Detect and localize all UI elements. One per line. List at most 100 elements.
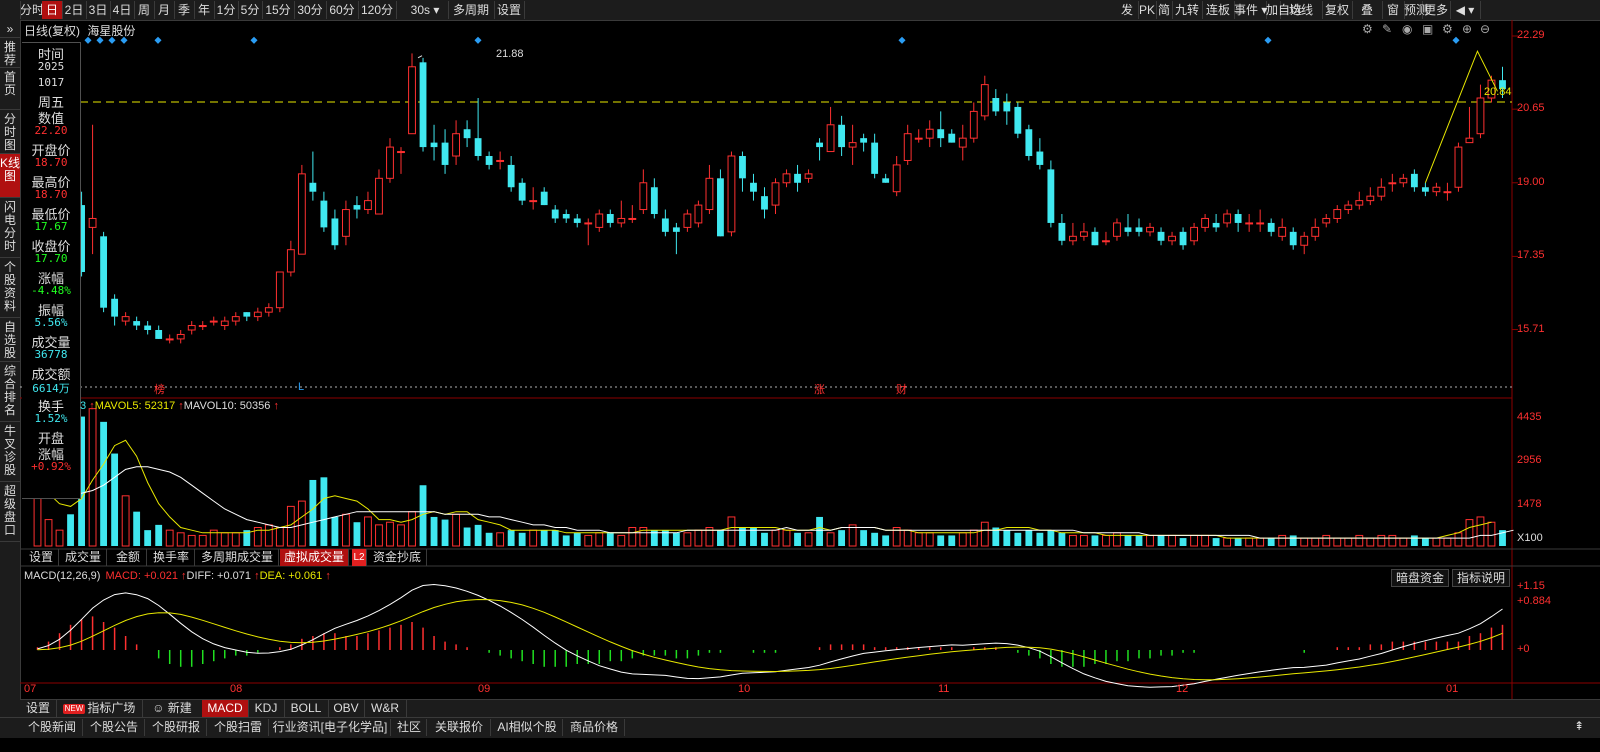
volume-bar [1036, 532, 1044, 546]
toolbar-12[interactable]: 30分 [294, 1, 327, 19]
toolbar-right-0[interactable]: 发 [1116, 1, 1139, 19]
chart-tools: ⚙ ✎ ◉ ▣ ⚙ ⊕ ⊖ [1362, 22, 1512, 38]
candle-body [1003, 102, 1011, 112]
toolbar-16[interactable]: 多周期 [448, 1, 495, 19]
indicator-help-button[interactable]: 指标说明 [1452, 569, 1511, 587]
toolbar-2[interactable]: 2日 [62, 1, 87, 19]
indicator-tab-5[interactable]: 虚拟成交量 [280, 549, 349, 566]
candle-body [794, 173, 801, 183]
toolbar-right-13[interactable]: ◀ ▾ [1450, 1, 1481, 19]
event-marker-1[interactable]: L [298, 381, 304, 393]
toolbar-14[interactable]: 120分 [358, 1, 397, 19]
settings-icon[interactable]: ⚙ [1442, 22, 1453, 36]
toolbar-0[interactable]: 分时 [20, 1, 44, 19]
toolbar-right-6[interactable]: 加自选 [1266, 1, 1302, 19]
indicator-tab-1[interactable]: 成交量 [60, 549, 107, 566]
bottom-tab-6[interactable]: OBV [328, 700, 365, 717]
left-nav-item-4[interactable]: K线图 [0, 154, 20, 198]
news-tab-5[interactable]: 社区 [392, 719, 427, 736]
indicator-tab-6[interactable]: L2 [352, 549, 367, 566]
scroll-top-icon[interactable]: ⇞ [1574, 719, 1584, 733]
camera-icon[interactable]: ▣ [1422, 22, 1433, 36]
news-tab-3[interactable]: 个股扫雷 [208, 719, 269, 736]
dark-pool-button[interactable]: 暗盘资金 [1391, 569, 1450, 587]
left-nav-item-0[interactable]: » [0, 20, 20, 38]
left-nav-item-9[interactable]: 牛叉诊股 [0, 422, 20, 482]
toolbar-right-5[interactable]: 事件 ▾ [1234, 1, 1267, 19]
kline-chart[interactable] [20, 20, 1600, 716]
zoom-in-icon[interactable]: ⊕ [1462, 22, 1472, 36]
toolbar-3[interactable]: 3日 [86, 1, 111, 19]
toolbar-9[interactable]: 1分 [214, 1, 239, 19]
toolbar-right-9[interactable]: 叠 [1352, 1, 1383, 19]
bottom-tab-1[interactable]: NEW 指标广场 [56, 700, 143, 717]
period-split-icon[interactable] [0, 1, 21, 19]
news-tab-1[interactable]: 个股公告 [84, 719, 145, 736]
gear-icon[interactable]: ⚙ [1362, 22, 1373, 36]
bottom-tab-7[interactable]: W&R [364, 700, 407, 717]
news-tab-4[interactable]: 行业资讯[电子化学品] [270, 719, 391, 736]
left-nav-item-7[interactable]: 自选股 [0, 318, 20, 362]
bottom-tab-5[interactable]: BOLL [284, 700, 329, 717]
date-tick-6: 01 [1446, 683, 1459, 695]
toolbar-6[interactable]: 月 [154, 1, 175, 19]
candle-body [209, 320, 218, 323]
toolbar-right-11[interactable]: 预测 [1404, 1, 1428, 19]
toolbar-5[interactable]: 周 [134, 1, 155, 19]
toolbar-right-2[interactable]: 简 [1156, 1, 1173, 19]
event-marker-3[interactable]: 财 [896, 381, 907, 397]
volume-bar [782, 529, 791, 547]
pen-icon[interactable]: ✎ [1382, 22, 1392, 36]
candle-body [1454, 146, 1463, 188]
toolbar-7[interactable]: 季 [174, 1, 195, 19]
toolbar-right-4[interactable]: 连板 [1202, 1, 1235, 19]
bottom-tab-2[interactable]: ☺ 新建 [142, 700, 203, 717]
event-marker-0[interactable]: 榜 [154, 381, 165, 397]
candle-body [1036, 151, 1044, 165]
candle-body [1102, 240, 1110, 243]
toolbar-right-10[interactable]: 窗 [1382, 1, 1405, 19]
left-nav-item-2[interactable]: 首页 [0, 68, 20, 110]
toolbar-15[interactable]: 30s ▾ [402, 1, 449, 19]
left-nav-item-1[interactable]: 推荐 [0, 38, 20, 68]
bottom-tab-3[interactable]: MACD [202, 700, 249, 717]
indicator-tab-7[interactable]: 资金抄底 [368, 549, 427, 566]
left-nav-item-10[interactable]: 超级盘口 [0, 482, 20, 542]
left-nav-item-3[interactable]: 分时图 [0, 110, 20, 154]
volume-bar [1465, 519, 1474, 547]
toolbar-right-8[interactable]: 复权 [1322, 1, 1353, 19]
volume-bar [628, 527, 637, 547]
toolbar-right-3[interactable]: 九转 [1172, 1, 1203, 19]
zoom-out-icon[interactable]: ⊖ [1480, 22, 1490, 36]
indicator-tab-3[interactable]: 换手率 [148, 549, 195, 566]
eye-icon[interactable]: ◉ [1402, 22, 1412, 36]
volume-bar [573, 532, 581, 546]
left-nav-item-6[interactable]: 个股资料 [0, 258, 20, 318]
bottom-tab-0[interactable]: 设置 [20, 700, 57, 717]
toolbar-17[interactable]: 设置 [494, 1, 525, 19]
left-nav-item-8[interactable]: 综合排名 [0, 362, 20, 422]
news-tab-7[interactable]: AI相似个股 [492, 719, 563, 736]
toolbar-4[interactable]: 4日 [110, 1, 135, 19]
indicator-tab-2[interactable]: 金额 [110, 549, 147, 566]
news-tab-6[interactable]: 关联报价 [428, 719, 491, 736]
toolbar-right-1[interactable]: PK [1138, 1, 1157, 19]
news-tab-8[interactable]: 商品价格 [564, 719, 625, 736]
toolbar-right-12[interactable]: 更多 [1422, 1, 1451, 19]
toolbar-10[interactable]: 5分 [238, 1, 263, 19]
news-tab-0[interactable]: 个股新闻 [22, 719, 83, 736]
event-marker-2[interactable]: 涨 [814, 381, 825, 397]
toolbar-13[interactable]: 60分 [326, 1, 359, 19]
left-nav-item-5[interactable]: 闪电分时 [0, 198, 20, 258]
volume-bar [1300, 537, 1309, 547]
toolbar-8[interactable]: 年 [194, 1, 215, 19]
toolbar-right-7[interactable]: 均线 [1280, 1, 1323, 19]
toolbar-1[interactable]: 日 [42, 1, 63, 19]
indicator-tab-4[interactable]: 多周期成交量 [196, 549, 279, 566]
bottom-tab-4[interactable]: KDJ [248, 700, 285, 717]
volume-bar [386, 521, 394, 547]
toolbar-11[interactable]: 15分 [262, 1, 295, 19]
candle-body [1355, 200, 1364, 206]
news-tab-2[interactable]: 个股研报 [146, 719, 207, 736]
indicator-tab-0[interactable]: 设置 [24, 549, 59, 566]
